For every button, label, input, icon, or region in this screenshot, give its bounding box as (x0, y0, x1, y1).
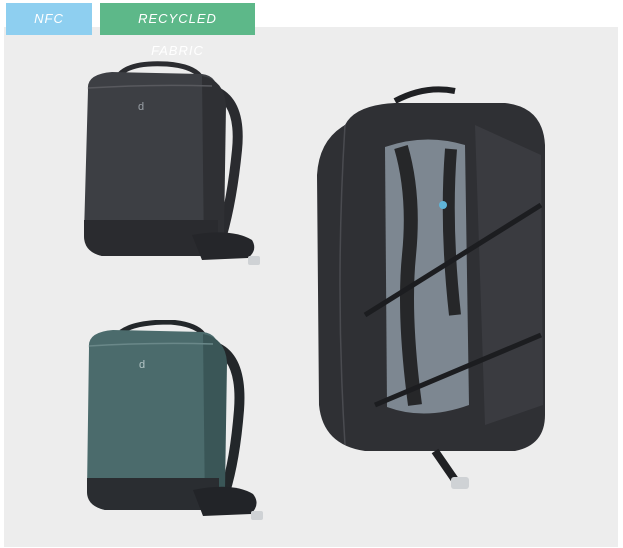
recycled-fabric-badge: RECYCLED FABRIC (100, 3, 255, 58)
backpack-icon: d (84, 61, 260, 265)
feature-badges: NFC RECYCLED FABRIC (6, 3, 255, 58)
open-backpack-icon (317, 86, 545, 489)
backpack-teal-closed-image: d (75, 320, 275, 530)
svg-text:d: d (139, 359, 145, 371)
backpack-black-closed-image: d (72, 60, 272, 275)
svg-text:d: d (138, 101, 144, 113)
backpack-icon: d (87, 320, 263, 520)
backpack-black-open-image (305, 85, 555, 495)
nfc-badge: NFC (6, 3, 92, 35)
